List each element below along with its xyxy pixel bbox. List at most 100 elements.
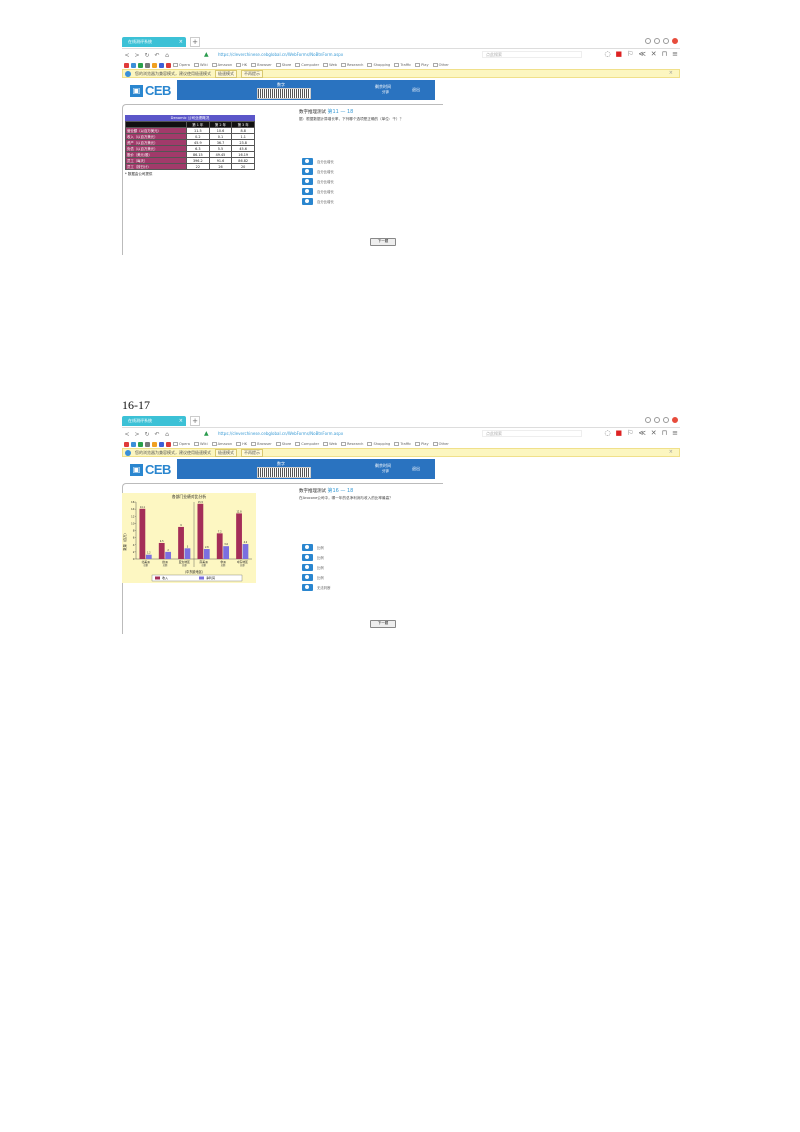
dismiss-button[interactable]: 不再提示 xyxy=(241,69,263,78)
radio-button[interactable] xyxy=(302,177,313,185)
search-input[interactable]: 点此搜索 xyxy=(482,51,582,58)
tools-icon[interactable]: ✕ xyxy=(651,429,657,437)
answer-option[interactable]: 百分比增长 xyxy=(302,196,334,206)
fast-mode-button[interactable]: 极速模式 xyxy=(215,448,237,457)
reload-icon[interactable]: ↻ xyxy=(142,52,152,59)
sidebar-icon[interactable]: ⊓ xyxy=(662,429,667,437)
bookmark-folder[interactable]: Store xyxy=(275,63,291,67)
new-tab-button[interactable]: + xyxy=(190,416,200,426)
reload-icon[interactable]: ↻ xyxy=(142,431,152,438)
bookmark-icon[interactable] xyxy=(152,62,157,68)
menu-icon[interactable] xyxy=(663,38,669,44)
close-window-icon[interactable] xyxy=(672,38,678,44)
tab-close-icon[interactable]: × xyxy=(179,37,183,47)
back-icon[interactable]: < xyxy=(122,52,132,59)
minimize-icon[interactable] xyxy=(645,417,651,423)
next-button[interactable]: 下一题 xyxy=(370,238,396,246)
restore-icon[interactable] xyxy=(654,38,660,44)
answer-option[interactable]: 百分比增长 xyxy=(302,176,334,186)
user-icon[interactable]: ◌ xyxy=(604,429,610,437)
radio-button[interactable] xyxy=(302,583,313,591)
bookmark-icon[interactable] xyxy=(145,441,150,447)
bookmark-folder[interactable]: Browser xyxy=(251,63,272,67)
radio-button[interactable] xyxy=(302,553,313,561)
close-window-icon[interactable] xyxy=(672,417,678,423)
exit-link[interactable]: 退出 xyxy=(412,87,420,93)
extension-icon[interactable]: ■ xyxy=(616,50,623,58)
extension-icon[interactable]: ■ xyxy=(616,429,623,437)
address-bar[interactable]: https://cleverchinese.cebglobal.cn/WebFo… xyxy=(218,431,343,436)
next-button[interactable]: 下一题 xyxy=(370,620,396,628)
bookmark-folder[interactable]: Shopping xyxy=(367,63,390,67)
bookmark-folder[interactable]: Store xyxy=(275,442,291,446)
radio-button[interactable] xyxy=(302,187,313,195)
home-icon[interactable]: ⌂ xyxy=(162,52,172,59)
bookmark-folder[interactable]: Wiki xyxy=(194,442,208,446)
bookmark-icon[interactable] xyxy=(145,62,150,68)
user-icon[interactable]: ◌ xyxy=(604,50,610,58)
bookmark-folder[interactable]: Shopping xyxy=(367,442,390,446)
bookmark-folder[interactable]: Research xyxy=(340,442,363,446)
bookmark-folder[interactable]: Other xyxy=(432,63,449,67)
browser-tab[interactable]: 在线测评系统 × xyxy=(122,37,186,47)
answer-option[interactable]: 比例 xyxy=(302,552,331,562)
bookmark-icon[interactable] xyxy=(124,62,129,68)
answer-option[interactable]: 比例 xyxy=(302,562,331,572)
bookmark-folder[interactable]: Computer xyxy=(295,63,319,67)
bookmark-icon[interactable] xyxy=(166,441,171,447)
share-icon[interactable]: ≪ xyxy=(638,429,645,437)
bookmark-folder[interactable]: Web xyxy=(323,442,337,446)
radio-button[interactable] xyxy=(302,197,313,205)
bookmark-folder[interactable]: Traffic xyxy=(394,63,411,67)
bookmark-icon[interactable] xyxy=(138,62,143,68)
answer-option[interactable]: 百分比增长 xyxy=(302,186,334,196)
bookmark-icon[interactable] xyxy=(138,441,143,447)
bookmark-folder[interactable]: HK xyxy=(236,63,247,67)
bookmark-icon[interactable] xyxy=(152,441,157,447)
tab-close-icon[interactable]: × xyxy=(179,416,183,426)
answer-option[interactable]: 百分比增长 xyxy=(302,166,334,176)
flag-icon[interactable]: ⚐ xyxy=(627,429,633,437)
bookmark-folder[interactable]: Browser xyxy=(251,442,272,446)
tools-icon[interactable]: ✕ xyxy=(651,50,657,58)
menu-lines-icon[interactable]: ≡ xyxy=(672,50,678,58)
flag-icon[interactable]: ⚐ xyxy=(627,50,633,58)
answer-option[interactable]: 比例 xyxy=(302,542,331,552)
forward-icon[interactable]: > xyxy=(132,431,142,438)
bookmark-folder[interactable]: Computer xyxy=(295,442,319,446)
radio-button[interactable] xyxy=(302,543,313,551)
dismiss-button[interactable]: 不再提示 xyxy=(241,448,263,457)
browser-tab[interactable]: 在线测评系统 × xyxy=(122,416,186,426)
radio-button[interactable] xyxy=(302,167,313,175)
share-icon[interactable]: ≪ xyxy=(638,50,645,58)
close-icon[interactable]: × xyxy=(669,70,673,76)
close-icon[interactable]: × xyxy=(669,449,673,455)
bookmark-folder[interactable]: Play xyxy=(415,63,429,67)
bookmark-icon[interactable] xyxy=(159,441,164,447)
bookmark-icon[interactable] xyxy=(131,441,136,447)
bookmark-folder[interactable]: Opera xyxy=(173,442,190,446)
bookmark-icon[interactable] xyxy=(131,62,136,68)
home-icon[interactable]: ⌂ xyxy=(162,431,172,438)
bookmark-folder[interactable]: Other xyxy=(432,442,449,446)
menu-icon[interactable] xyxy=(663,417,669,423)
address-bar[interactable]: https://cleverchinese.cebglobal.cn/WebFo… xyxy=(218,52,343,57)
menu-lines-icon[interactable]: ≡ xyxy=(672,429,678,437)
fast-mode-button[interactable]: 极速模式 xyxy=(215,69,237,78)
answer-option[interactable]: 百分比增长 xyxy=(302,156,334,166)
bookmark-folder[interactable]: Amazon xyxy=(211,442,232,446)
undo-icon[interactable]: ↶ xyxy=(152,431,162,438)
bookmark-icon[interactable] xyxy=(166,62,171,68)
bookmark-folder[interactable]: Research xyxy=(340,63,363,67)
search-input[interactable]: 点此搜索 xyxy=(482,430,582,437)
bookmark-folder[interactable]: Web xyxy=(323,63,337,67)
bookmark-folder[interactable]: Opera xyxy=(173,63,190,67)
bookmark-folder[interactable]: Traffic xyxy=(394,442,411,446)
answer-option[interactable]: 无法判断 xyxy=(302,582,331,592)
sidebar-icon[interactable]: ⊓ xyxy=(662,50,667,58)
back-icon[interactable]: < xyxy=(122,431,132,438)
bookmark-icon[interactable] xyxy=(159,62,164,68)
bookmark-folder[interactable]: HK xyxy=(236,442,247,446)
bookmark-folder[interactable]: Amazon xyxy=(211,63,232,67)
restore-icon[interactable] xyxy=(654,417,660,423)
